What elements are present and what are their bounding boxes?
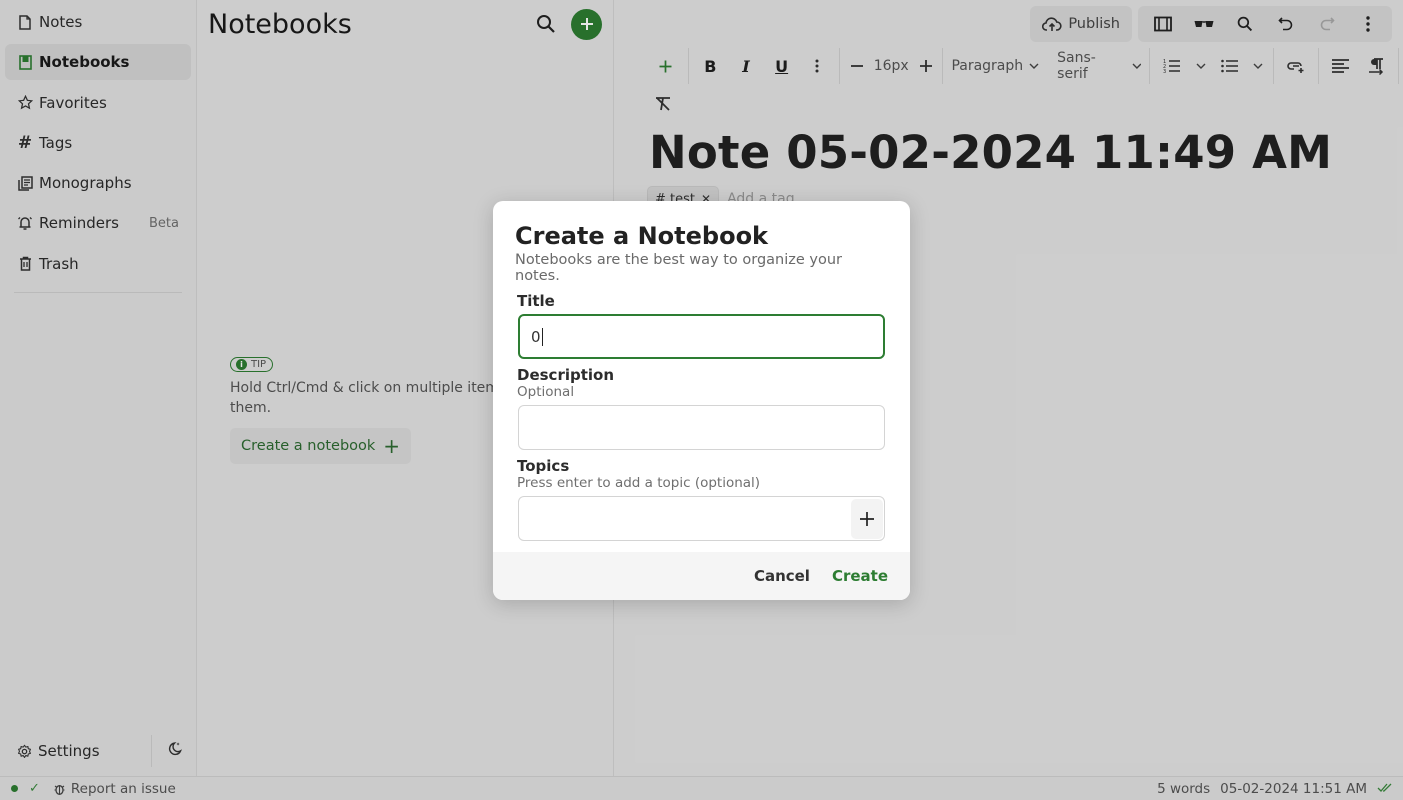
plus-icon: [860, 511, 874, 526]
create-notebook-dialog: Create a Notebook Notebooks are the best…: [493, 201, 910, 600]
add-topic-button[interactable]: [851, 498, 883, 539]
dialog-title: Create a Notebook: [515, 222, 769, 250]
dialog-footer: Cancel Create: [493, 552, 910, 600]
dialog-subtitle: Notebooks are the best way to organize y…: [515, 252, 843, 284]
dialog-body: Create a Notebook Notebooks are the best…: [493, 201, 910, 541]
description-input[interactable]: [518, 405, 885, 450]
cancel-button[interactable]: Cancel: [754, 567, 810, 585]
description-label: Description: [517, 366, 615, 384]
description-hint: Optional: [517, 384, 575, 400]
text-cursor: [541, 327, 543, 346]
create-button[interactable]: Create: [832, 567, 888, 585]
topics-label: Topics: [517, 457, 570, 475]
topics-hint: Press enter to add a topic (optional): [517, 475, 761, 491]
topics-input[interactable]: [518, 496, 885, 541]
title-label: Title: [517, 292, 555, 310]
title-input-value: 0: [531, 327, 541, 346]
title-input[interactable]: 0: [518, 314, 885, 359]
